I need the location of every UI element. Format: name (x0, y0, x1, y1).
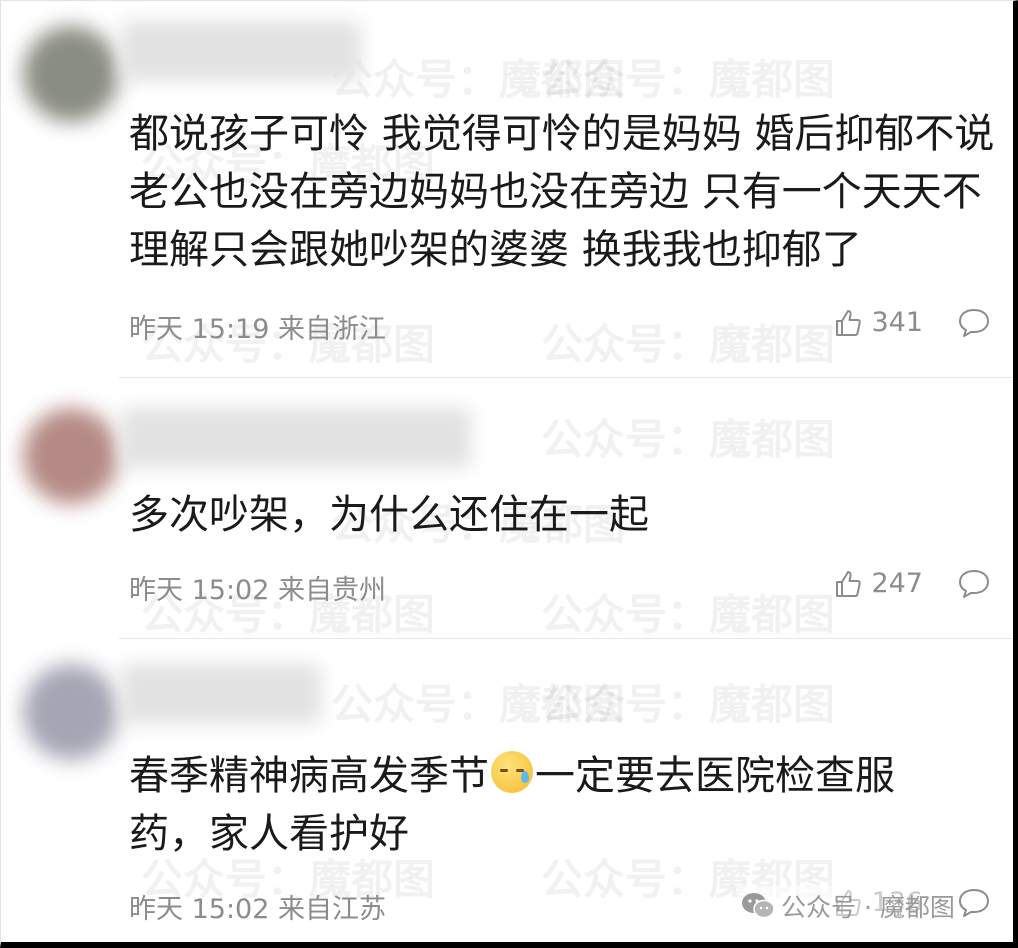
like-button[interactable]: 341 (833, 307, 923, 338)
comment-text: 都说孩子可怜 我觉得可怜的是妈妈 婚后抑郁不说 老公也没在旁边妈妈也没在旁边 只… (129, 111, 995, 273)
username-blurred[interactable] (121, 408, 471, 468)
comment-item: 多次吵架，为什么还住在一起 昨天 15:02 来自贵州 247 (1, 378, 1013, 638)
comment-list: 公众号：魔都图 公众号：魔都图 公众号：魔都图 公众号：魔都图 公众号：魔都图 … (0, 0, 1018, 948)
comment-text-part: 春季精神病高发季节 (129, 753, 489, 799)
source-badge: 公众号 · 魔都图 (737, 886, 959, 926)
comment-text: 多次吵架，为什么还住在一起 (129, 492, 649, 538)
reply-button[interactable] (957, 307, 991, 343)
username-blurred[interactable] (121, 21, 361, 81)
like-count: 341 (871, 307, 923, 338)
reply-button[interactable] (957, 887, 991, 923)
avatar[interactable] (23, 26, 119, 122)
thumbs-up-icon (836, 309, 862, 336)
wechat-icon (742, 893, 775, 919)
sweat-emoji-icon (491, 751, 533, 793)
comment-bubble-icon (959, 570, 989, 598)
avatar[interactable] (23, 664, 119, 760)
comment-meta: 昨天 15:02 来自江苏 (129, 894, 386, 925)
source-label: 公众号 · 魔都图 (781, 893, 955, 922)
comment-meta: 昨天 15:19 来自浙江 (129, 314, 386, 345)
username-blurred[interactable] (121, 664, 321, 724)
comment-meta: 昨天 15:02 来自贵州 (129, 575, 386, 606)
reply-button[interactable] (957, 568, 991, 604)
comment-text: 春季精神病高发季节 一定要去医院检查服药，家人看护好 (129, 747, 953, 863)
comment-bubble-icon (959, 889, 989, 917)
avatar[interactable] (23, 408, 119, 504)
comment-bubble-icon (959, 309, 989, 337)
comment-item: 都说孩子可怜 我觉得可怜的是妈妈 婚后抑郁不说 老公也没在旁边妈妈也没在旁边 只… (1, 1, 1013, 377)
like-count: 247 (871, 568, 923, 599)
like-button[interactable]: 247 (833, 568, 923, 599)
thumbs-up-icon (836, 570, 862, 597)
